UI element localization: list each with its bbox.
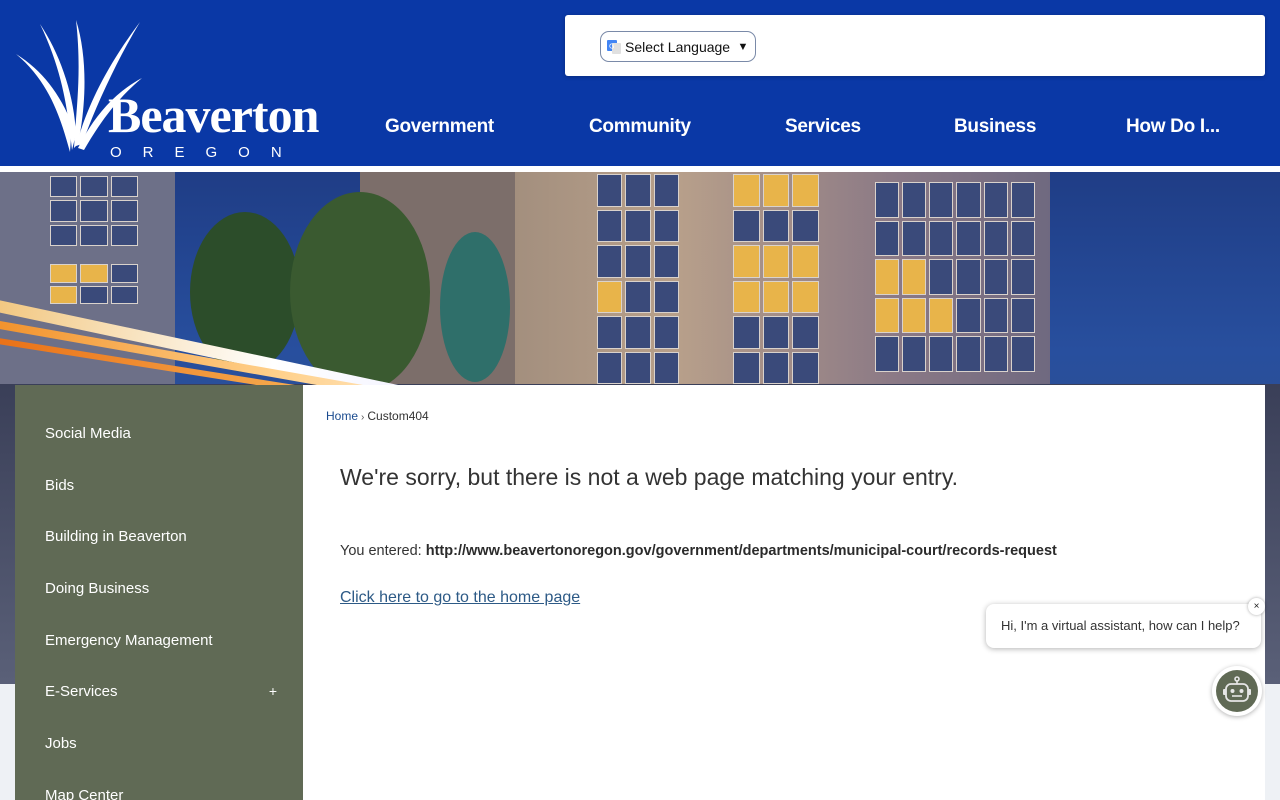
sidebar-item-label: Jobs — [45, 734, 77, 752]
nav-item-community[interactable]: Community — [589, 116, 691, 138]
entered-url-value: http://www.beavertonoregon.gov/governmen… — [425, 543, 1057, 559]
chat-assistant-button[interactable] — [1212, 666, 1262, 716]
translate-panel: G Select Language ▼ — [565, 15, 1265, 76]
sidebar-item-label: Map Center — [45, 786, 124, 800]
nav-item-how-do-i[interactable]: How Do I... — [1126, 116, 1220, 138]
sidebar-item-label: Social Media — [45, 424, 131, 442]
language-select[interactable]: G Select Language ▼ — [600, 31, 756, 62]
sidebar-item-emergency-management[interactable]: Emergency Management — [15, 614, 303, 666]
site-header: Beaverton OREGON G Select Language ▼ Gov… — [0, 0, 1280, 166]
nav-item-business[interactable]: Business — [954, 116, 1036, 138]
sidebar-item-label: Emergency Management — [45, 631, 213, 649]
close-icon[interactable]: × — [1248, 598, 1265, 615]
sidebar-item-map-center[interactable]: Map Center — [15, 769, 303, 800]
nav-item-government[interactable]: Government — [385, 116, 494, 138]
main-content: Home › Custom404 We're sorry, but there is… — [303, 385, 1265, 800]
sidebar-item-e-services[interactable]: E-Services + — [15, 665, 303, 717]
hero-tree — [290, 192, 430, 392]
entered-url-label: You entered: — [340, 543, 422, 559]
breadcrumb-separator: › — [361, 412, 365, 423]
chevron-down-icon: ▼ — [737, 40, 749, 53]
logo-subtitle: OREGON — [110, 144, 303, 161]
sidebar-item-doing-business[interactable]: Doing Business — [15, 562, 303, 614]
main-nav: Government Community Services Business H… — [0, 116, 1280, 140]
sidebar-nav: Social Media Bids Building in Beaverton … — [15, 385, 303, 800]
sidebar-item-building-in-beaverton[interactable]: Building in Beaverton — [15, 510, 303, 562]
expand-plus-icon[interactable]: + — [269, 683, 277, 699]
breadcrumb: Home › Custom404 — [326, 409, 429, 423]
sidebar-item-label: E-Services — [45, 682, 118, 700]
sidebar-item-label: Bids — [45, 476, 75, 494]
entered-url-line: You entered: http://www.beavertonoregon.… — [340, 543, 1057, 559]
language-select-value: Select Language — [625, 38, 731, 55]
nav-item-services[interactable]: Services — [785, 116, 861, 138]
sidebar-item-label: Doing Business — [45, 579, 150, 597]
sidebar-item-bids[interactable]: Bids — [15, 459, 303, 511]
breadcrumb-home-link[interactable]: Home — [326, 409, 358, 423]
chat-greeting-bubble[interactable]: Hi, I'm a virtual assistant, how can I h… — [986, 604, 1261, 648]
sidebar-item-jobs[interactable]: Jobs — [15, 717, 303, 769]
hero-sculpture — [440, 232, 510, 382]
sidebar-item-social-media[interactable]: Social Media — [15, 407, 303, 459]
google-translate-icon: G — [607, 39, 621, 54]
svg-text:G: G — [609, 42, 614, 50]
home-page-link[interactable]: Click here to go to the home page — [340, 589, 580, 607]
robot-icon — [1216, 670, 1258, 712]
breadcrumb-current: Custom404 — [367, 409, 429, 423]
sidebar-item-label: Building in Beaverton — [45, 527, 187, 545]
page-title: We're sorry, but there is not a web page… — [340, 464, 959, 490]
chat-greeting-text: Hi, I'm a virtual assistant, how can I h… — [1001, 618, 1240, 633]
